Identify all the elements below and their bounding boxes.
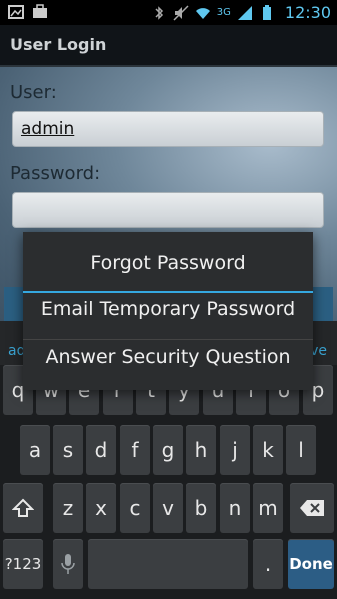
wifi-icon [195, 7, 210, 19]
backspace-icon [300, 500, 324, 516]
key-a[interactable]: a [20, 425, 50, 475]
clock: 12:30 [284, 3, 331, 22]
key-c[interactable]: c [120, 483, 150, 533]
password-options-menu: Forgot Password Email Temporary Password… [23, 232, 313, 390]
key-b[interactable]: b [186, 483, 216, 533]
microphone-icon [61, 554, 75, 574]
mic-key[interactable] [53, 539, 83, 589]
status-bar: 3G 12:30 [0, 0, 337, 25]
signal-icon [237, 5, 252, 20]
key-h[interactable]: h [186, 425, 216, 475]
network-type: 3G [216, 7, 231, 18]
app-title: User Login [10, 35, 107, 54]
password-label: Password: [10, 163, 101, 184]
photo-icon [8, 5, 24, 19]
bluetooth-icon [155, 5, 163, 20]
key-x[interactable]: x [86, 483, 116, 533]
backspace-key[interactable] [290, 483, 334, 533]
shift-icon [11, 498, 35, 517]
briefcase-icon [33, 4, 47, 18]
menu-item-email-temporary-password[interactable]: Email Temporary Password [23, 298, 313, 320]
password-input[interactable] [12, 192, 324, 228]
key-d[interactable]: d [86, 425, 116, 475]
key-j[interactable]: j [220, 425, 250, 475]
menu-item-forgot-password[interactable]: Forgot Password [23, 252, 313, 274]
done-key[interactable]: Done [288, 539, 334, 589]
menu-item-answer-security-question[interactable]: Answer Security Question [23, 346, 313, 368]
shift-key[interactable] [3, 483, 43, 533]
key-l[interactable]: l [286, 425, 316, 475]
key-n[interactable]: n [220, 483, 250, 533]
mute-icon [173, 4, 189, 21]
user-input[interactable]: admin [12, 111, 324, 147]
key-v[interactable]: v [153, 483, 183, 533]
period-key[interactable]: . [253, 539, 283, 589]
title-bar: User Login [0, 25, 337, 67]
battery-icon [262, 4, 271, 20]
space-key[interactable] [88, 539, 248, 589]
menu-divider [23, 339, 313, 340]
menu-divider-accent [23, 291, 313, 293]
key-m[interactable]: m [253, 483, 283, 533]
key-z[interactable]: z [53, 483, 83, 533]
symbols-key[interactable]: ?123 [3, 539, 43, 589]
key-g[interactable]: g [153, 425, 183, 475]
key-k[interactable]: k [253, 425, 283, 475]
user-input-value: admin [21, 119, 75, 139]
key-f[interactable]: f [120, 425, 150, 475]
key-s[interactable]: s [53, 425, 83, 475]
user-label: User: [10, 82, 57, 103]
